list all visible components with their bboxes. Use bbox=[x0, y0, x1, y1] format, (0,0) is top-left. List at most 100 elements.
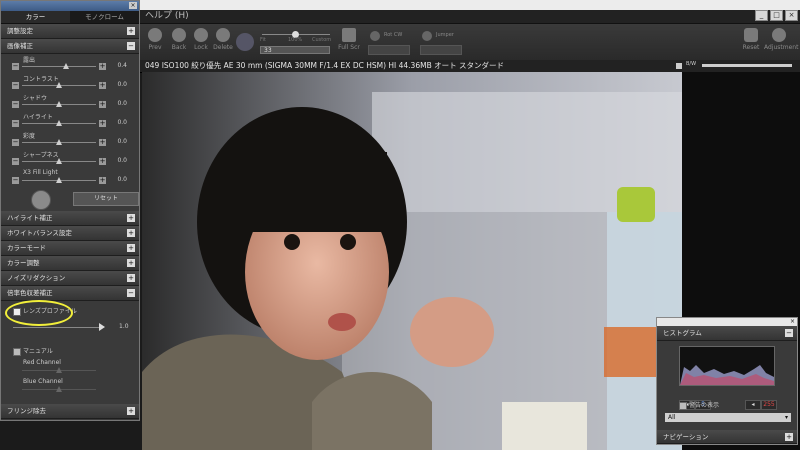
slider-track[interactable] bbox=[22, 66, 96, 67]
slider-thumb[interactable] bbox=[56, 120, 62, 126]
lens-profile-area: レンズプロファイル 1.0 bbox=[1, 300, 139, 345]
section-adjust-settings[interactable]: 調整設定 + bbox=[1, 24, 139, 39]
slider-highlight[interactable]: ハイライト − +0.0 bbox=[1, 111, 139, 130]
chevron-down-icon: ▾ bbox=[784, 414, 788, 421]
slider-shadow[interactable]: シャドウ − +0.0 bbox=[1, 92, 139, 111]
maximize-icon[interactable]: □ bbox=[770, 10, 783, 21]
plus-icon[interactable]: + bbox=[99, 177, 106, 184]
jumper-group[interactable]: Jumper bbox=[418, 29, 462, 55]
lens-slider-thumb[interactable] bbox=[99, 323, 105, 331]
section-navigation[interactable]: ナビゲーション + bbox=[657, 430, 797, 444]
toolbar-prev-button[interactable]: Prev bbox=[142, 28, 168, 51]
collapse-icon[interactable]: − bbox=[785, 329, 793, 337]
minus-icon[interactable]: − bbox=[12, 158, 19, 165]
zoom-label-fit: Fit bbox=[260, 37, 266, 43]
slider-red-channel: Red Channel bbox=[1, 358, 139, 377]
lock-icon bbox=[194, 28, 208, 42]
tab-color[interactable]: カラー bbox=[1, 11, 70, 23]
main-photo[interactable] bbox=[142, 72, 682, 450]
slider-thumb[interactable] bbox=[56, 177, 62, 183]
plus-icon[interactable]: + bbox=[99, 120, 106, 127]
warning-checkbox[interactable]: 警告の表示 bbox=[667, 399, 789, 412]
progress-bar bbox=[702, 64, 792, 67]
plus-icon[interactable]: + bbox=[99, 139, 106, 146]
slider-thumb bbox=[56, 386, 62, 392]
section-color-mode[interactable]: カラーモード + bbox=[1, 241, 139, 256]
lens-value: 1.0 bbox=[119, 323, 129, 330]
histogram-close-icon[interactable]: × bbox=[789, 318, 796, 325]
slider-thumb[interactable] bbox=[63, 63, 69, 69]
reset-button[interactable]: リセット bbox=[73, 192, 139, 206]
manual-checkbox[interactable]: マニュアル bbox=[1, 345, 139, 358]
slider-thumb[interactable] bbox=[56, 82, 62, 88]
section-image-correction[interactable]: 画像補正 − bbox=[1, 39, 139, 54]
slider-exposure[interactable]: 露出 − +0.4 bbox=[1, 54, 139, 73]
collapse-icon[interactable]: − bbox=[127, 42, 135, 50]
section-white-balance[interactable]: ホワイトバランス設定 + bbox=[1, 226, 139, 241]
channel-select[interactable]: All ▾ bbox=[665, 413, 791, 422]
slider-x3-fill-light[interactable]: X3 Fill Light − +0.0 bbox=[1, 168, 139, 187]
section-noise-reduction[interactable]: ノイズリダクション + bbox=[1, 271, 139, 286]
minimize-icon[interactable]: _ bbox=[755, 10, 768, 21]
expand-icon[interactable]: + bbox=[127, 27, 135, 35]
close-icon[interactable]: × bbox=[785, 10, 798, 21]
zoom-label-100: 100% bbox=[288, 37, 303, 43]
zoom-control[interactable]: Fit 100% Custom 33 bbox=[260, 29, 332, 55]
reset-row: リセット bbox=[1, 187, 139, 211]
plus-icon[interactable]: + bbox=[99, 101, 106, 108]
zoom-select[interactable]: 33 bbox=[260, 46, 330, 54]
slider-sharpness[interactable]: シャープネス − +0.0 bbox=[1, 149, 139, 168]
collapse-icon[interactable]: − bbox=[127, 289, 135, 297]
slider-thumb[interactable] bbox=[56, 101, 62, 107]
menu-help[interactable]: ヘルプ (H) bbox=[145, 10, 189, 23]
photo-image bbox=[142, 72, 682, 450]
plus-icon[interactable]: + bbox=[99, 82, 106, 89]
plus-icon[interactable]: + bbox=[99, 158, 106, 165]
expand-icon[interactable]: + bbox=[127, 244, 135, 252]
minus-icon[interactable]: − bbox=[12, 82, 19, 89]
rotate-icon bbox=[370, 31, 380, 41]
slider-contrast[interactable]: コントラスト − +0.0 bbox=[1, 73, 139, 92]
eyedropper-icon[interactable] bbox=[31, 190, 51, 210]
expand-icon[interactable]: + bbox=[127, 274, 135, 282]
expand-icon[interactable]: + bbox=[785, 433, 793, 441]
toolbar-reset-button[interactable]: Reset bbox=[738, 28, 764, 51]
section-highlight-correction[interactable]: ハイライト補正 + bbox=[1, 211, 139, 226]
minus-icon[interactable]: − bbox=[12, 63, 19, 70]
expand-icon[interactable]: + bbox=[127, 214, 135, 222]
minus-icon[interactable]: − bbox=[12, 139, 19, 146]
prev-icon bbox=[148, 28, 162, 42]
palette-close-icon[interactable]: × bbox=[129, 2, 137, 9]
toolbar-full-screen-button[interactable]: Full Scr bbox=[336, 28, 362, 51]
jumper-select[interactable] bbox=[420, 45, 462, 55]
full-screen-icon bbox=[342, 28, 356, 42]
section-histogram[interactable]: ヒストグラム − bbox=[657, 326, 797, 341]
minus-icon[interactable]: − bbox=[12, 177, 19, 184]
rotate-select[interactable] bbox=[368, 45, 410, 55]
expand-icon[interactable]: + bbox=[127, 259, 135, 267]
rotate-group[interactable]: Rot CW bbox=[366, 29, 410, 55]
expand-icon[interactable]: + bbox=[127, 407, 135, 415]
section-chromatic-aberration[interactable]: 倍率色収差補正 − bbox=[1, 286, 139, 301]
window-controls: _ □ × bbox=[755, 10, 798, 21]
expand-icon[interactable]: + bbox=[127, 229, 135, 237]
lens-slider-track[interactable] bbox=[13, 327, 103, 328]
toolbar-tool-button[interactable] bbox=[232, 33, 258, 51]
jumper-icon bbox=[422, 31, 432, 41]
rgb-icon bbox=[676, 63, 682, 69]
slider-thumb[interactable] bbox=[56, 158, 62, 164]
slider-blue-channel: Blue Channel bbox=[1, 377, 139, 396]
minus-icon[interactable]: − bbox=[12, 101, 19, 108]
section-color-adjust[interactable]: カラー調整 + bbox=[1, 256, 139, 271]
slider-saturation[interactable]: 彩度 − +0.0 bbox=[1, 130, 139, 149]
plus-icon[interactable]: + bbox=[99, 63, 106, 70]
slider-thumb[interactable] bbox=[56, 139, 62, 145]
reset-icon bbox=[744, 28, 758, 42]
tab-monochrome[interactable]: モノクローム bbox=[70, 11, 139, 23]
palette-tabs: カラー モノクローム bbox=[1, 11, 139, 24]
tool-icon bbox=[236, 33, 254, 51]
toolbar-adjustment-button[interactable]: Adjustment bbox=[764, 28, 798, 51]
minus-icon[interactable]: − bbox=[12, 120, 19, 127]
section-fringe-removal[interactable]: フリンジ除去 + bbox=[1, 404, 139, 419]
